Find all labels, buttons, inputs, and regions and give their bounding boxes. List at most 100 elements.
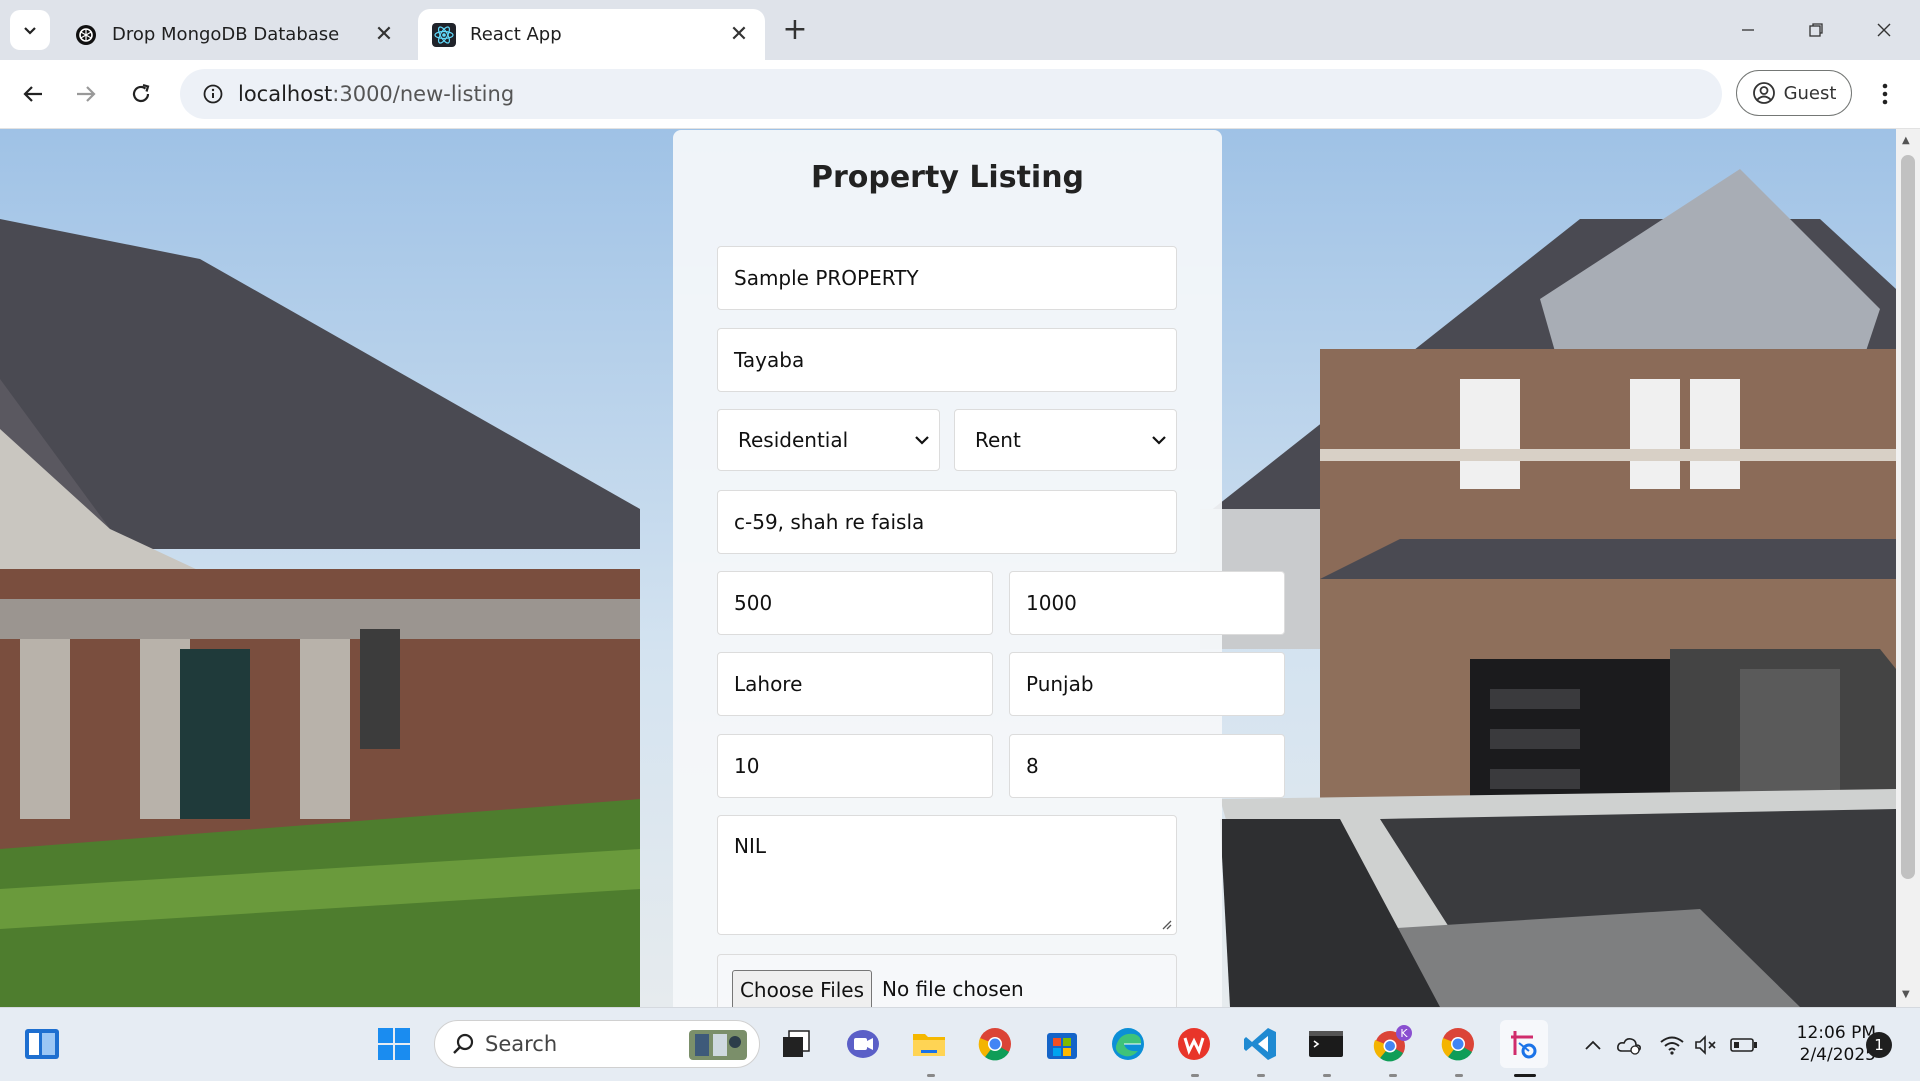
tab-title: React App [470, 24, 562, 45]
city-input[interactable]: Lahore [717, 652, 993, 716]
forward-button[interactable] [66, 74, 106, 114]
vscode-icon[interactable] [1238, 1022, 1282, 1066]
notification-badge[interactable]: 1 [1866, 1032, 1892, 1058]
volume-muted-icon[interactable] [1691, 1030, 1721, 1060]
onedrive-icon[interactable] [1614, 1030, 1644, 1060]
react-icon [432, 22, 456, 47]
system-clock[interactable]: 12:06 PM 2/4/2025 [1776, 1022, 1876, 1066]
chrome-profile-icon[interactable]: K [1370, 1022, 1414, 1066]
scrollbar-thumb[interactable] [1901, 155, 1915, 879]
reload-icon [132, 83, 150, 103]
image-upload-field: Choose Files No file chosen [717, 954, 1177, 1007]
edge-icon[interactable] [1106, 1022, 1150, 1066]
url-text: localhost:3000/new-listing [238, 82, 514, 106]
area-input[interactable]: 500 [717, 571, 993, 635]
task-view-icon[interactable] [774, 1022, 818, 1066]
running-indicator [1455, 1074, 1463, 1077]
address-bar[interactable]: localhost:3000/new-listing [180, 69, 1722, 119]
tab-search-button[interactable] [10, 10, 50, 50]
form-title: Property Listing [810, 160, 1085, 195]
more-vertical-icon [1882, 83, 1888, 105]
chrome-guest-icon[interactable] [1436, 1022, 1480, 1066]
province-input[interactable]: Punjab [1009, 652, 1285, 716]
search-icon [453, 1033, 474, 1054]
search-highlight-icon [689, 1030, 747, 1060]
arrow-right-icon [77, 86, 96, 102]
profile-label: Guest [1783, 82, 1837, 104]
new-tab-button[interactable]: + [780, 15, 810, 46]
property-name-value: Sample PROPERTY [734, 266, 919, 290]
running-indicator [927, 1074, 935, 1077]
back-button[interactable] [13, 74, 53, 114]
price-input[interactable]: 1000 [1009, 571, 1285, 635]
running-indicator [1323, 1074, 1331, 1077]
microsoft-store-icon[interactable] [1040, 1022, 1084, 1066]
windows-taskbar: Search K 12:06 PM 2/4/2025 1 [0, 1007, 1920, 1081]
site-info-icon[interactable] [188, 83, 238, 105]
snipping-tool-icon[interactable] [1500, 1020, 1548, 1068]
minimize-button[interactable] [1726, 12, 1770, 48]
taskbar-search[interactable]: Search [434, 1020, 760, 1068]
property-type-select[interactable]: Residential [717, 409, 940, 471]
clock-time: 12:06 PM [1796, 1023, 1876, 1043]
rooms-input[interactable]: 10 [717, 734, 993, 798]
property-name-input[interactable]: Sample PROPERTY [717, 246, 1177, 310]
rooms-value: 10 [734, 754, 760, 778]
address-value: c-59, shah re faisla [734, 510, 925, 534]
tab-react-app[interactable]: React App ✕ [418, 9, 765, 60]
active-indicator [1514, 1074, 1536, 1077]
description-value: NIL [734, 834, 767, 858]
property-type-value: Residential [738, 428, 849, 452]
owner-name-value: Tayaba [734, 348, 805, 372]
chevron-down-icon [24, 27, 36, 35]
page-scrollbar[interactable]: ▲ ▼ [1896, 129, 1920, 1007]
profile-button[interactable]: Guest [1736, 70, 1852, 116]
arrow-left-icon [23, 86, 42, 102]
listing-type-value: Rent [975, 428, 1021, 452]
scroll-down-icon[interactable]: ▼ [1902, 989, 1910, 1000]
restore-button[interactable] [1794, 12, 1838, 48]
wps-office-icon[interactable] [1172, 1022, 1216, 1066]
running-indicator [1257, 1074, 1265, 1077]
address-input[interactable]: c-59, shah re faisla [717, 490, 1177, 554]
widgets-icon[interactable] [20, 1022, 64, 1066]
province-value: Punjab [1026, 672, 1094, 696]
area-value: 500 [734, 591, 773, 615]
start-windows-icon[interactable] [372, 1022, 416, 1066]
chevron-up-icon[interactable] [1578, 1030, 1608, 1060]
minimize-icon [1742, 29, 1754, 31]
wifi-icon[interactable] [1657, 1030, 1687, 1060]
teams-meet-icon[interactable] [841, 1022, 885, 1066]
resize-handle-icon[interactable] [1160, 918, 1172, 930]
file-explorer-icon[interactable] [907, 1022, 951, 1066]
running-indicator [1191, 1074, 1199, 1077]
url-path: :3000/new-listing [332, 82, 515, 106]
no-file-chosen-label: No file chosen [882, 977, 1024, 1001]
chrome-icon[interactable] [973, 1022, 1017, 1066]
scroll-up-icon[interactable]: ▲ [1902, 135, 1910, 146]
description-textarea[interactable]: NIL [717, 815, 1177, 935]
price-value: 1000 [1026, 591, 1077, 615]
clock-date: 2/4/2025 [1799, 1045, 1876, 1065]
restore-icon [1809, 23, 1823, 37]
close-tab-icon[interactable]: ✕ [372, 22, 396, 47]
battery-icon[interactable] [1729, 1030, 1759, 1060]
close-window-button[interactable] [1862, 12, 1906, 48]
close-tab-icon[interactable]: ✕ [727, 22, 751, 47]
browser-menu-button[interactable] [1870, 74, 1900, 114]
url-host: localhost [238, 82, 333, 106]
terminal-icon[interactable] [1304, 1022, 1348, 1066]
chevron-down-icon [915, 436, 929, 445]
choose-files-button[interactable]: Choose Files [732, 970, 872, 1007]
chrome-profile-badge: K [1400, 1027, 1408, 1040]
openai-icon [76, 24, 96, 45]
profile-icon [1752, 82, 1775, 104]
listing-type-select[interactable]: Rent [954, 409, 1177, 471]
bathrooms-input[interactable]: 8 [1009, 734, 1285, 798]
reload-button[interactable] [121, 74, 161, 114]
page-viewport: Property Listing Sample PROPERTY Tayaba … [0, 129, 1896, 1007]
owner-name-input[interactable]: Tayaba [717, 328, 1177, 392]
tab-strip: Drop MongoDB Database ✕ React App ✕ + [0, 0, 1920, 60]
tab-drop-mongodb[interactable]: Drop MongoDB Database ✕ [60, 9, 410, 60]
city-value: Lahore [734, 672, 803, 696]
